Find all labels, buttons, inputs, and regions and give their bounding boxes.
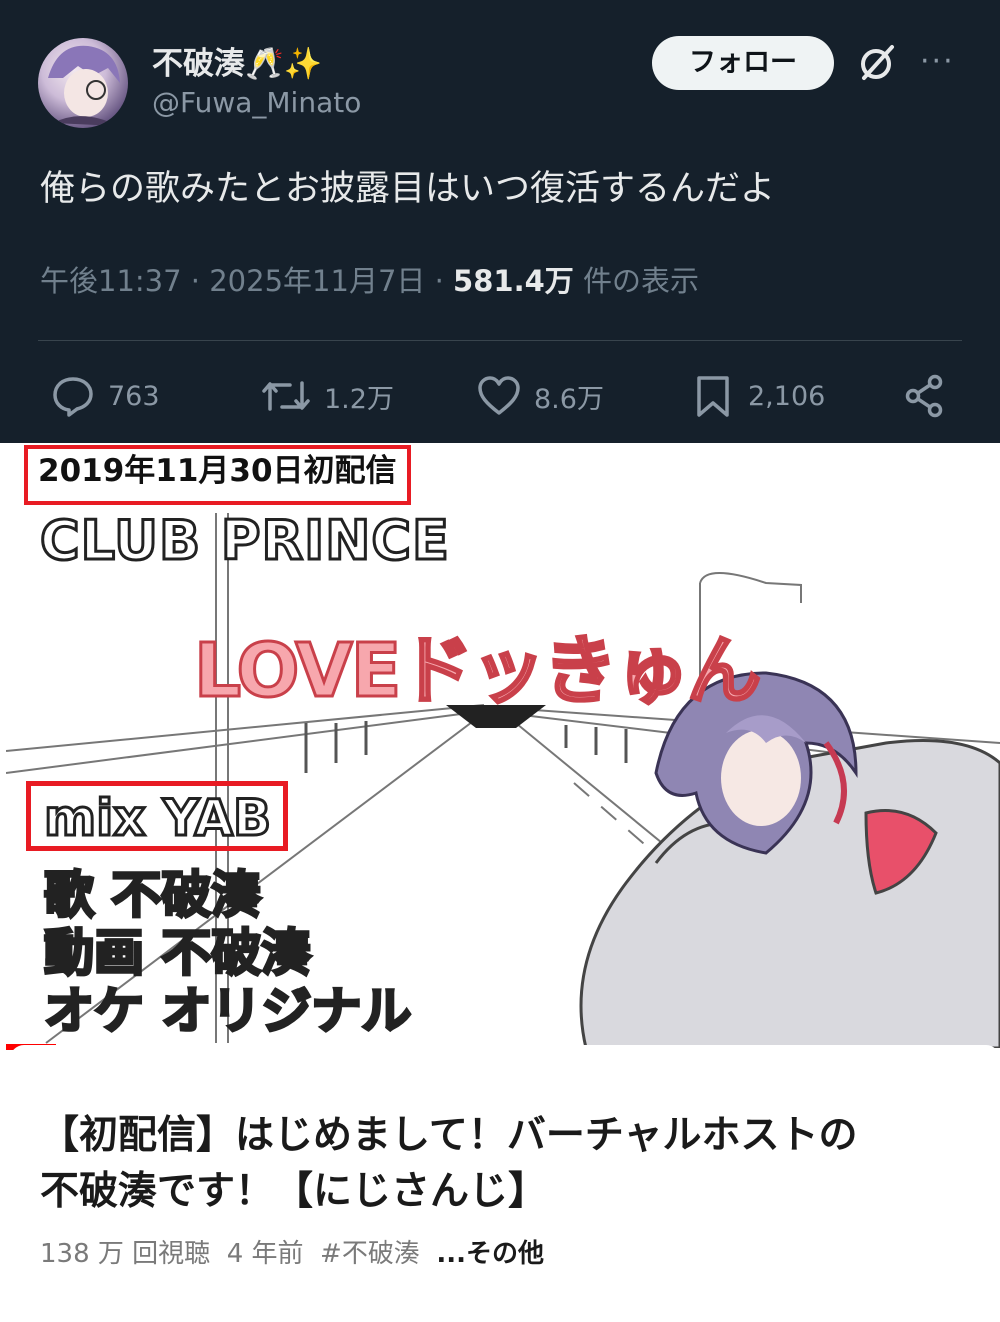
bookmark-count: 2,106	[748, 380, 826, 412]
hashtag[interactable]: #不破湊	[320, 1239, 420, 1269]
retweet-icon	[262, 381, 310, 411]
debut-date-label: 2019年11月30日初配信	[24, 445, 411, 505]
video-card-screenshot: 2019年11月30日初配信 CLUB PRINCE LOVEドッきゅん mix…	[0, 443, 1000, 1322]
meta-separator: ·	[425, 264, 454, 298]
meta-separator: ·	[181, 264, 210, 298]
oke-credit: オケ オリジナル	[42, 981, 412, 1042]
tweet-time[interactable]: 午後11:37	[40, 264, 182, 298]
reply-button[interactable]: 763	[50, 370, 160, 422]
bookmark-button[interactable]: 2,106	[690, 370, 825, 422]
video-meta: 138 万 回視聴 4 年前 #不破湊 ...その他	[40, 1233, 544, 1270]
tweet-text: 俺らの歌みたとお披露目はいつ復活するんだよ	[40, 169, 776, 209]
club-name: CLUB PRINCE	[39, 508, 451, 574]
bookmark-icon	[697, 376, 729, 417]
divider	[38, 340, 962, 341]
view-label: 件の表示	[583, 264, 700, 298]
user-handle[interactable]: @Fuwa_Minato	[152, 86, 361, 119]
video-thumbnail[interactable]: 2019年11月30日初配信 CLUB PRINCE LOVEドッきゅん mix…	[6, 443, 1000, 1048]
reply-icon	[53, 377, 93, 417]
retweet-count: 1.2万	[324, 383, 394, 415]
video-title[interactable]: 【初配信】はじめまして！バーチャルホストの 不破湊です！【にじさんじ】	[40, 1108, 970, 1220]
tweet-date[interactable]: 2025年11月7日	[209, 264, 425, 298]
video-title-line: 不破湊です！【にじさんじ】	[40, 1169, 548, 1214]
mix-credit: mix YAB	[42, 788, 272, 849]
video-title-line: 【初配信】はじめまして！バーチャルホストの	[40, 1113, 858, 1158]
more-link[interactable]: ...その他	[436, 1239, 544, 1269]
reply-count: 763	[108, 380, 160, 412]
display-name[interactable]: 不破湊🥂✨	[152, 38, 322, 83]
tweet-panel: 不破湊🥂✨ @Fuwa_Minato フォロー ··· 俺らの歌みたとお披露目は…	[0, 0, 1000, 443]
view-count: 581.4万	[453, 264, 574, 298]
like-count: 8.6万	[534, 383, 604, 415]
like-button[interactable]: 8.6万	[476, 370, 604, 422]
view-count: 138 万 回視聴	[40, 1239, 211, 1269]
more-options-icon[interactable]: ···	[920, 44, 955, 79]
avatar[interactable]	[38, 38, 128, 128]
tweet-meta: 午後11:37 · 2025年11月7日 · 581.4万 件の表示	[40, 258, 699, 300]
avatar-image-icon	[48, 45, 120, 126]
grok-icon[interactable]	[856, 42, 898, 84]
follow-button[interactable]: フォロー	[652, 36, 834, 90]
upload-age: 4 年前	[226, 1239, 304, 1269]
song-title: LOVEドッきゅん	[192, 627, 762, 716]
share-button[interactable]	[902, 370, 960, 422]
retweet-button[interactable]: 1.2万	[260, 370, 394, 422]
share-icon	[905, 374, 943, 418]
heart-icon	[478, 376, 520, 415]
